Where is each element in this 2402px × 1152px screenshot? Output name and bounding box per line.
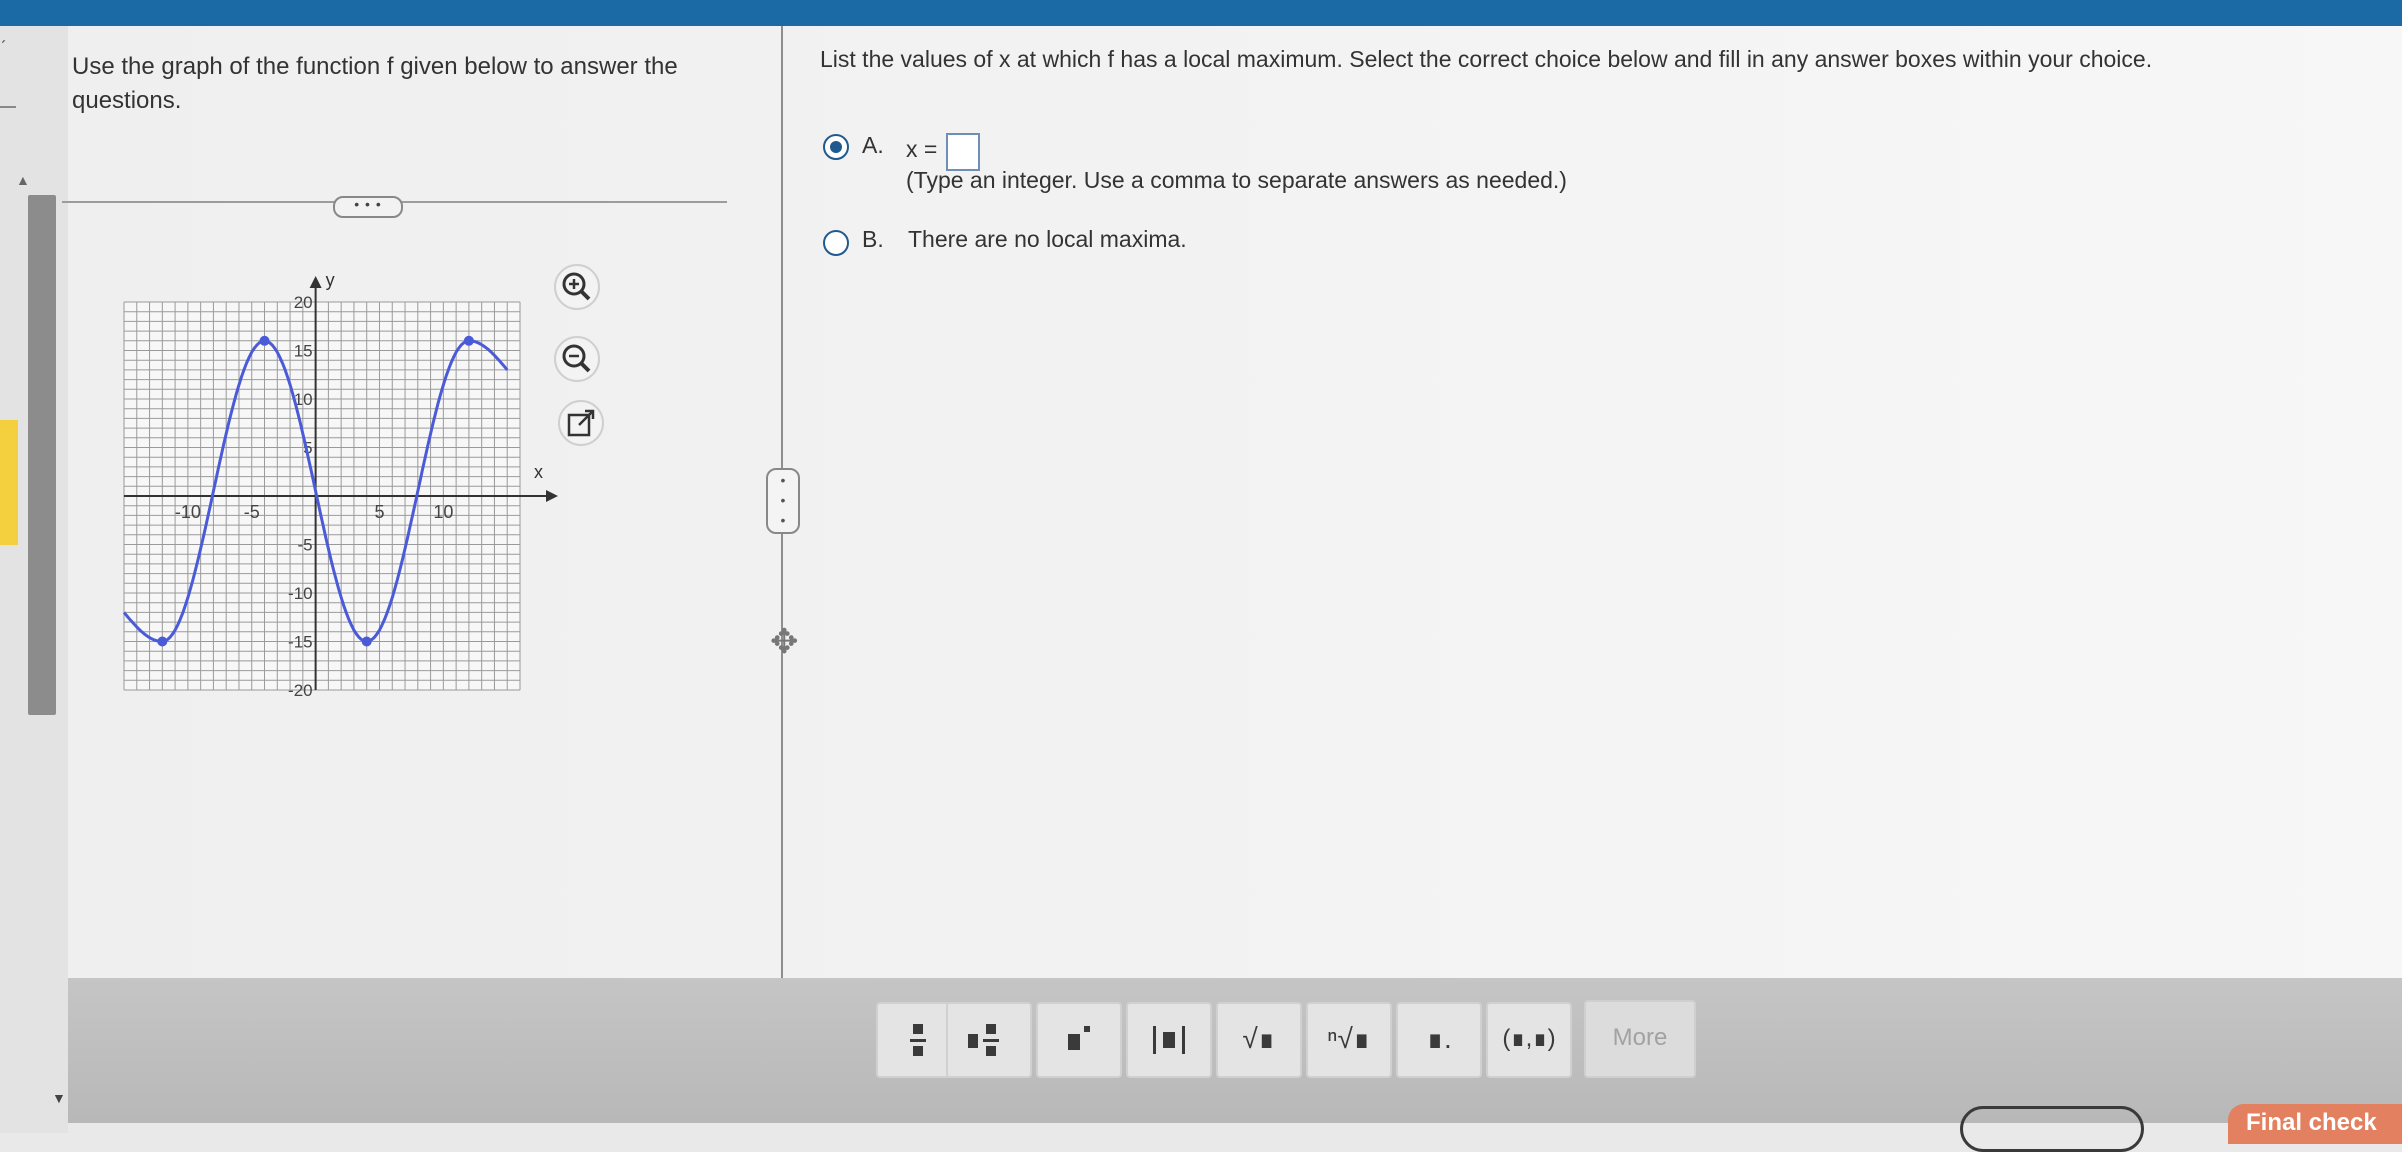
x-axis-label: x <box>534 462 543 482</box>
choice-b-letter: B. <box>862 226 884 252</box>
move-cursor-icon: ✥ <box>770 623 799 661</box>
y-axis-arrow <box>309 276 322 288</box>
zoom-in-icon <box>562 272 591 301</box>
choice-a-letter: A. <box>862 132 884 158</box>
y-tick-label: 20 <box>294 293 313 312</box>
choice-a-prefix: x = <box>906 136 938 162</box>
left-tick-mark: ˊ <box>0 38 7 60</box>
zoom-in-button[interactable] <box>554 264 600 310</box>
y-tick-label: -15 <box>288 633 313 652</box>
answer-input-box[interactable] <box>946 133 980 171</box>
sqrt-button[interactable]: √∎ <box>1216 1002 1302 1078</box>
mixed-number-icon <box>968 1024 999 1056</box>
top-bar <box>0 0 2402 26</box>
key-point <box>361 636 372 647</box>
graph: x y -10 -5 5 10 20 15 10 5 -5 -10 -15 -20 <box>110 262 560 702</box>
key-point <box>463 335 474 346</box>
yellow-side-tab[interactable] <box>0 420 18 545</box>
choice-b-radio[interactable] <box>823 230 849 256</box>
key-point <box>259 335 270 346</box>
bottom-pill-button[interactable] <box>1960 1106 2144 1152</box>
choice-a-hint: (Type an integer. Use a comma to separat… <box>906 167 1567 193</box>
y-tick-label: -20 <box>288 681 313 700</box>
y-tick-label: -10 <box>288 584 313 603</box>
scroll-up-icon[interactable]: ▲ <box>16 172 30 188</box>
left-scrollbar[interactable] <box>28 195 56 715</box>
function-graph: xy-10 -5 5 102015105-5-10-15-20 <box>122 270 558 700</box>
popout-button[interactable] <box>558 400 604 446</box>
ordered-pair-button[interactable]: (∎,∎) <box>1486 1002 1572 1078</box>
x-tick-label: 10 <box>433 502 453 522</box>
divider-handle[interactable]: • • • <box>766 468 800 534</box>
mixed-number-button[interactable] <box>946 1002 1032 1078</box>
choice-a-radio[interactable] <box>823 134 849 160</box>
x-tick-label: -5 <box>244 502 260 522</box>
final-check-button[interactable]: Final check <box>2228 1104 2402 1144</box>
x-tick-label: 5 <box>374 502 384 522</box>
x-axis-arrow <box>546 490 558 502</box>
key-point <box>157 636 168 647</box>
left-dash <box>0 106 16 108</box>
y-tick-label: 15 <box>294 342 313 361</box>
expand-dots-button[interactable]: • • • <box>333 196 403 218</box>
x-tick-label: -10 <box>175 502 201 522</box>
math-toolbar: √∎ ⁿ√∎ ∎. (∎,∎) More <box>68 978 2402 1123</box>
more-button[interactable]: More <box>1584 1000 1696 1078</box>
choice-b-text: There are no local maxima. <box>908 226 1187 252</box>
nth-root-button[interactable]: ⁿ√∎ <box>1306 1002 1392 1078</box>
exponent-button[interactable] <box>1036 1002 1122 1078</box>
y-axis-label: y <box>326 270 335 290</box>
external-link-icon <box>567 409 595 437</box>
left-question-text: Use the graph of the function f given be… <box>72 53 678 114</box>
absolute-value-icon <box>1153 1026 1185 1054</box>
decimal-button[interactable]: ∎. <box>1396 1002 1482 1078</box>
absolute-value-button[interactable] <box>1126 1002 1212 1078</box>
zoom-out-button[interactable] <box>554 336 600 382</box>
scroll-down-icon[interactable]: ▼ <box>52 1090 66 1106</box>
y-tick-label: -5 <box>297 536 312 555</box>
exponent-icon <box>1068 1026 1090 1050</box>
zoom-out-icon <box>562 344 591 373</box>
right-question-text: List the values of x at which f has a lo… <box>820 46 2153 72</box>
